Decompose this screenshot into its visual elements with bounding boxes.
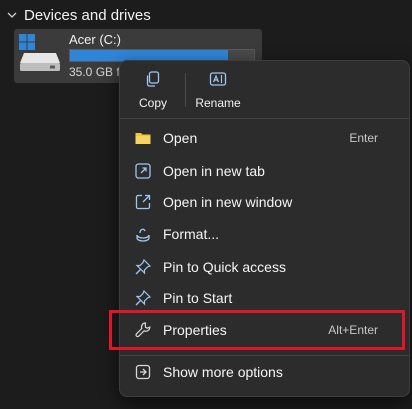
copy-button[interactable]: Copy bbox=[128, 67, 178, 113]
new-window-icon bbox=[134, 193, 152, 211]
chevron-down-icon bbox=[7, 12, 17, 18]
quick-actions-bar: Copy Rename bbox=[120, 61, 409, 117]
rename-button[interactable]: Rename bbox=[190, 67, 246, 113]
menu-item-properties[interactable]: Properties Alt+Enter bbox=[122, 315, 406, 345]
context-menu: Copy Rename Open Enter Open in new tab O… bbox=[119, 60, 410, 397]
menu-divider bbox=[120, 355, 409, 356]
pin-icon bbox=[134, 289, 152, 307]
menu-item-open-in-new-window[interactable]: Open in new window bbox=[122, 187, 406, 217]
devices-and-drives-header[interactable]: Devices and drives bbox=[6, 4, 151, 26]
menu-item-show-more-options[interactable]: Show more options bbox=[122, 357, 406, 387]
menu-item-label: Open in new window bbox=[163, 194, 293, 210]
menu-item-label: Pin to Start bbox=[163, 290, 233, 306]
menu-item-label: Format... bbox=[163, 226, 220, 242]
menu-item-pin-to-start[interactable]: Pin to Start bbox=[122, 283, 406, 313]
copy-icon bbox=[146, 71, 160, 87]
menu-item-label: Open bbox=[163, 130, 198, 146]
drive-name: Acer (C:) bbox=[69, 32, 121, 47]
rename-icon bbox=[209, 72, 227, 86]
menu-item-open-in-new-tab[interactable]: Open in new tab bbox=[122, 156, 406, 186]
quick-actions-separator bbox=[185, 73, 186, 107]
menu-item-label: Show more options bbox=[163, 364, 283, 380]
menu-item-label: Open in new tab bbox=[163, 163, 265, 179]
menu-item-format[interactable]: Format... bbox=[122, 219, 406, 249]
menu-item-pin-to-quick-access[interactable]: Pin to Quick access bbox=[122, 252, 406, 282]
menu-divider bbox=[120, 118, 409, 119]
menu-item-label: Pin to Quick access bbox=[163, 259, 286, 275]
menu-item-shortcut: Alt+Enter bbox=[328, 323, 378, 337]
wrench-icon bbox=[134, 321, 152, 339]
menu-item-open[interactable]: Open Enter bbox=[122, 123, 406, 153]
drive-icon bbox=[19, 34, 60, 71]
format-icon bbox=[134, 225, 152, 243]
menu-item-label: Properties bbox=[163, 322, 227, 338]
drive-free-space: 35.0 GB fr bbox=[69, 65, 124, 79]
new-tab-icon bbox=[134, 162, 152, 180]
pin-icon bbox=[134, 258, 152, 276]
menu-item-shortcut: Enter bbox=[349, 131, 378, 145]
more-options-icon bbox=[134, 363, 152, 381]
section-title: Devices and drives bbox=[24, 6, 151, 24]
copy-label: Copy bbox=[138, 96, 167, 110]
rename-label: Rename bbox=[195, 96, 241, 110]
folder-icon bbox=[134, 129, 152, 147]
